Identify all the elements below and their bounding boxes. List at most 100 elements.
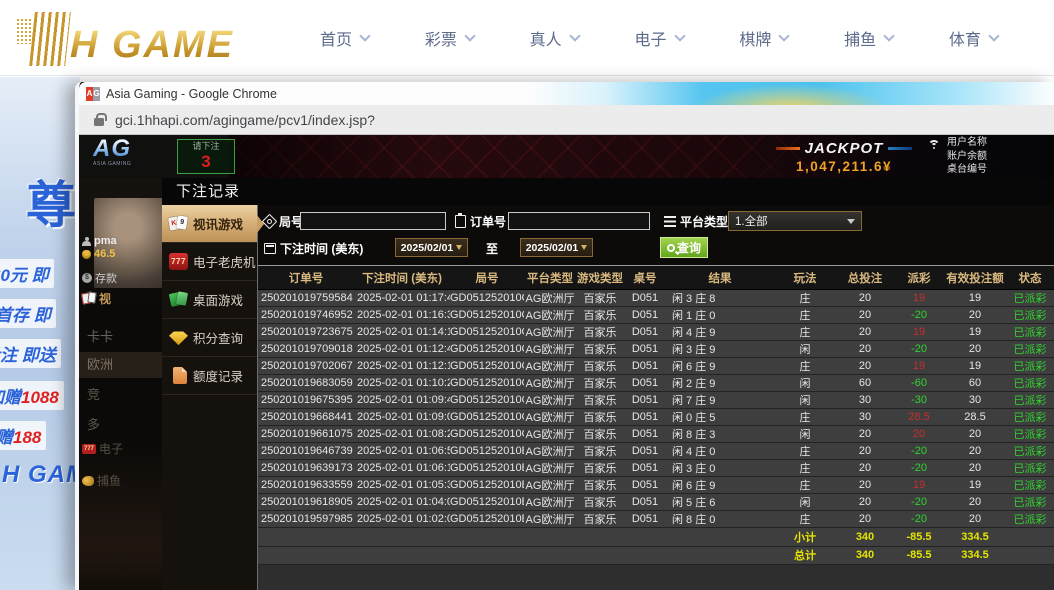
platform-filter-label: 平台类型 <box>664 213 728 230</box>
total-valid-bet: 334.5 <box>944 549 1006 561</box>
nav-item-home[interactable]: 首页 <box>320 26 369 50</box>
cell-order: 250201019661075 <box>258 428 354 440</box>
cell-order: 250201019759584 <box>258 292 354 304</box>
table-row: 2502010196830592025-02-01 01:10:27GD0512… <box>258 375 1054 392</box>
order-input[interactable] <box>508 212 650 230</box>
search-icon <box>667 244 675 252</box>
chevron-down-icon <box>359 30 370 41</box>
promo-line: 60元 即 <box>0 259 54 288</box>
menu-item-table-games[interactable]: 桌面游戏 <box>162 281 257 319</box>
total-payout: -85.5 <box>894 549 944 561</box>
table-row: 2502010196684412025-02-01 01:09:03GD0512… <box>258 409 1054 426</box>
search-button[interactable]: 查询 <box>660 237 708 258</box>
cell-play: 庄 <box>774 324 836 340</box>
cell-order: 250201019597985 <box>258 513 354 525</box>
cell-time: 2025-02-01 01:09:03 <box>354 411 450 423</box>
menu-item-video-games[interactable]: 视讯游戏 <box>162 205 257 243</box>
filter-label-text: 平台类型 <box>680 213 728 230</box>
time-filter-label: 下注时间 (美东) <box>264 240 363 257</box>
filter-label-text: 订单号 <box>470 213 506 230</box>
cell-platform: AG欧洲厅 <box>524 392 576 408</box>
cell-platform: AG欧洲厅 <box>524 460 576 476</box>
tag-icon <box>262 214 278 230</box>
cell-play: 庄 <box>774 477 836 493</box>
lobby-item-fragment: 欧洲 <box>79 352 162 378</box>
cell-table: D051 <box>624 411 666 423</box>
ag-favicon: AG <box>86 87 100 101</box>
cell-time: 2025-02-01 01:10:27 <box>354 377 450 389</box>
cell-round: GD051252010CF <box>450 292 524 304</box>
nav-item-sports[interactable]: 体育 <box>949 26 998 50</box>
cell-game: 百家乐 <box>576 494 624 510</box>
date-to-select[interactable]: 2025/02/01 <box>520 238 593 257</box>
browser-urlbar[interactable]: gci.1hhapi.com/agingame/pcv1/index.jsp? <box>79 105 1054 135</box>
cell-valid: 20 <box>944 462 1006 474</box>
cell-game: 百家乐 <box>576 426 624 442</box>
nav-item-live[interactable]: 真人 <box>530 26 579 50</box>
cell-order: 250201019668441 <box>258 411 354 423</box>
nav-label: 电子 <box>634 26 666 50</box>
url-text: gci.1hhapi.com/agingame/pcv1/index.jsp? <box>115 112 375 128</box>
cell-game: 百家乐 <box>576 409 624 425</box>
table-row: 2502010197090182025-02-01 01:12:49GD0512… <box>258 341 1054 358</box>
money-bag-icon <box>82 250 91 259</box>
video-tab-label: 视 <box>99 290 111 307</box>
cell-platform: AG欧洲厅 <box>524 477 576 493</box>
jackpot-display: JACKPOT 1,047,211.6¥ <box>764 140 924 174</box>
cell-order: 250201019639173 <box>258 462 354 474</box>
cell-game: 百家乐 <box>576 375 624 391</box>
cell-status: 已派彩 <box>1006 426 1054 442</box>
cell-table: D051 <box>624 394 666 406</box>
cell-time: 2025-02-01 01:02:02 <box>354 513 450 525</box>
nav-item-cards[interactable]: 棋牌 <box>739 26 788 50</box>
promo-bonus-amount: 1088 <box>21 388 59 407</box>
menu-item-slot-machines[interactable]: 777 电子老虎机 <box>162 243 257 281</box>
nav-label: 体育 <box>949 26 981 50</box>
cell-time: 2025-02-01 01:04:08 <box>354 496 450 508</box>
nav-item-slots[interactable]: 电子 <box>634 26 683 50</box>
jackpot-value: 1,047,211.6¥ <box>764 159 924 174</box>
cell-status: 已派彩 <box>1006 460 1054 476</box>
cell-platform: AG欧洲厅 <box>524 443 576 459</box>
dropdown-caret-icon <box>581 245 587 250</box>
cell-bet: 20 <box>836 428 894 440</box>
bet-table: 订单号 下注时间 (美东) 局号 平台类型 游戏类型 桌号 结果 玩法 总投注 … <box>258 265 1054 590</box>
cell-payout: -20 <box>894 309 944 321</box>
nav-item-fishing[interactable]: 捕鱼 <box>844 26 893 50</box>
nav-item-lottery[interactable]: 彩票 <box>425 26 474 50</box>
table-row: 2502010196335592025-02-01 01:05:38GD0512… <box>258 477 1054 494</box>
cell-payout: 19 <box>894 292 944 304</box>
table-row: 2502010196391732025-02-01 01:06:14GD0512… <box>258 460 1054 477</box>
cell-bet: 60 <box>836 377 894 389</box>
date-from-select[interactable]: 2025/02/01 <box>395 238 468 257</box>
window-titlebar[interactable]: AG Asia Gaming - Google Chrome <box>79 82 1054 105</box>
platform-select[interactable]: 1.全部 <box>728 211 862 231</box>
menu-item-credit-record[interactable]: 额度记录 <box>162 357 257 395</box>
round-input[interactable] <box>300 212 446 230</box>
cell-play: 庄 <box>774 409 836 425</box>
col-header-play: 玩法 <box>774 270 836 286</box>
cell-status: 已派彩 <box>1006 477 1054 493</box>
cell-bet: 20 <box>836 326 894 338</box>
cell-game: 百家乐 <box>576 477 624 493</box>
panel-title: 下注记录 <box>162 178 1054 205</box>
username: pma <box>82 235 117 247</box>
cell-time: 2025-02-01 01:16:32 <box>354 309 450 321</box>
chevron-down-icon <box>883 30 894 41</box>
cell-order: 250201019675395 <box>258 394 354 406</box>
menu-item-points-query[interactable]: 积分查询 <box>162 319 257 357</box>
cell-table: D051 <box>624 309 666 321</box>
cell-round: GD051252010BS <box>450 513 524 525</box>
cell-bet: 20 <box>836 479 894 491</box>
cell-time: 2025-02-01 01:06:57 <box>354 445 450 457</box>
promo-bonus-amount: 188 <box>13 428 41 447</box>
deposit-button[interactable]: $存款 <box>82 270 117 286</box>
logo-dots-decoration <box>16 18 32 44</box>
cell-valid: 30 <box>944 394 1006 406</box>
site-logo[interactable]: H GAME <box>16 8 234 68</box>
subtotal-row: 小计 340 -85.5 334.5 <box>258 528 1054 547</box>
cell-result: 闲 1 庄 0 <box>666 307 734 323</box>
cell-payout: -20 <box>894 513 944 525</box>
cell-time: 2025-02-01 01:08:23 <box>354 428 450 440</box>
table-row: 2502010196753952025-02-01 01:09:42GD0512… <box>258 392 1054 409</box>
